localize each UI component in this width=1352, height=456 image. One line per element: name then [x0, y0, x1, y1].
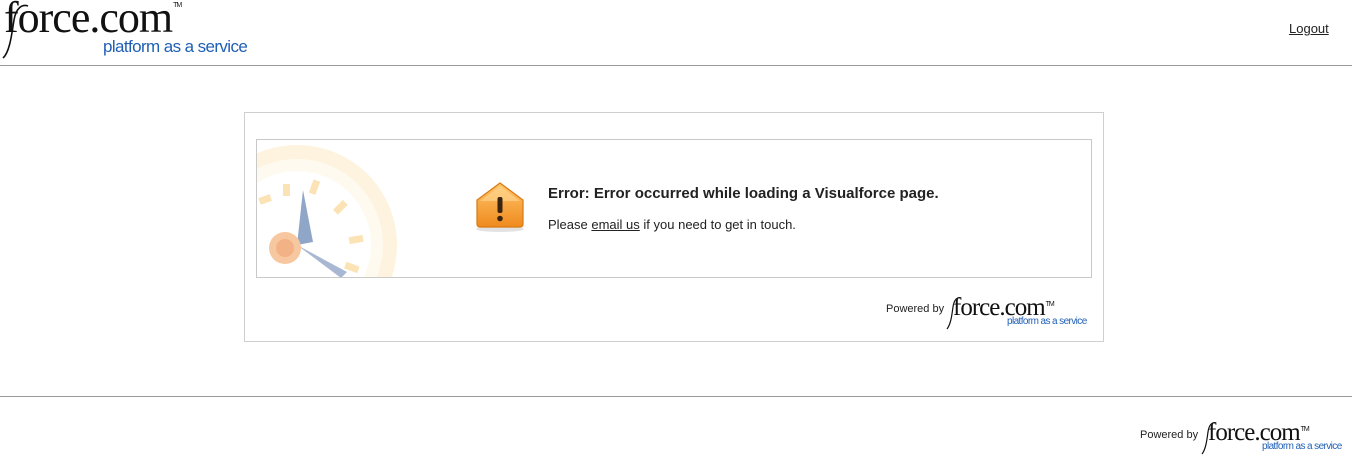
footer-divider [0, 396, 1352, 397]
warning-icon [476, 182, 524, 232]
error-container: Error: Error occurred while loading a Vi… [244, 112, 1104, 342]
email-us-link[interactable]: email us [591, 217, 639, 232]
footer-powered-by-label: Powered by [1140, 429, 1199, 441]
logout-link[interactable]: Logout [1289, 21, 1329, 36]
logo-tagline: platform as a service [1262, 441, 1342, 452]
error-message: Please email us if you need to get in to… [548, 217, 796, 232]
clock-watermark-icon [257, 145, 397, 277]
force-com-logo: force.comTM platform as a service [0, 0, 250, 60]
logo-tagline: platform as a service [103, 37, 248, 56]
force-com-logo: force.comTM platform as a service [945, 294, 1095, 330]
header-divider [0, 65, 1352, 66]
powered-by-label: Powered by [886, 303, 945, 315]
footer-force-com-logo: force.comTM platform as a service [1200, 419, 1350, 455]
error-message-box: Error: Error occurred while loading a Vi… [256, 139, 1092, 278]
logo-wordmark: force.comTM [4, 0, 182, 42]
logo-tagline: platform as a service [1007, 316, 1087, 327]
error-title: Error: Error occurred while loading a Vi… [548, 185, 939, 202]
